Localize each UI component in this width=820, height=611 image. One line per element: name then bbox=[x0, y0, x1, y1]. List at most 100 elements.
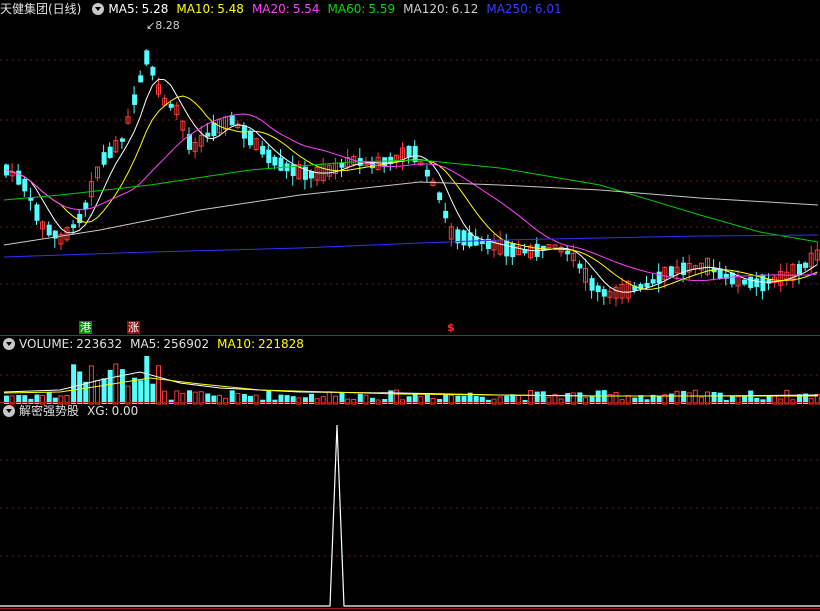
candle-body-down bbox=[278, 157, 284, 171]
candle-body-down bbox=[650, 279, 656, 284]
main-pane-header: 天健集团(日线) MA5: 5.28 MA10: 5.48 MA20: 5.54 MA… bbox=[0, 0, 570, 18]
candle-body-down bbox=[248, 130, 253, 146]
candle-body-down bbox=[589, 278, 595, 291]
volume-bar-down bbox=[83, 381, 89, 404]
ma20-label: MA20: bbox=[251, 2, 290, 16]
volume-bar-up bbox=[583, 397, 588, 405]
candle-body-down bbox=[71, 224, 77, 228]
candle-body-down bbox=[107, 146, 113, 158]
vol-ma10-label: MA10: bbox=[217, 337, 256, 351]
volume-bar-up bbox=[88, 365, 94, 405]
ma250-label: MA250: bbox=[486, 2, 532, 16]
volume-bar-down bbox=[754, 397, 760, 404]
ma5-label: MA5: bbox=[108, 2, 139, 16]
candle-body-down bbox=[266, 149, 272, 163]
ma60-value: 5.59 bbox=[368, 2, 396, 16]
candle-body-down bbox=[46, 224, 52, 236]
candle-body-down bbox=[382, 157, 388, 167]
volume-value: 223632 bbox=[76, 337, 123, 351]
xg-line bbox=[0, 424, 820, 607]
candle-body-down bbox=[205, 132, 211, 137]
volume-label: VOLUME: bbox=[19, 337, 74, 351]
indicator-xg-line bbox=[0, 424, 820, 607]
peak-price-label: ↙8.28 bbox=[146, 19, 180, 32]
candle-body-down bbox=[748, 276, 754, 289]
ma60-label: MA60: bbox=[327, 2, 366, 16]
ma120-value: 6.12 bbox=[451, 2, 479, 16]
candle-body-down bbox=[803, 262, 809, 268]
volume-bars bbox=[4, 356, 820, 405]
candle-body-down bbox=[565, 250, 571, 255]
volume-bar-down bbox=[144, 356, 150, 404]
volume-bar-down bbox=[107, 369, 113, 404]
chart-canvas bbox=[0, 49, 820, 607]
candle-body-down bbox=[644, 282, 650, 288]
signal-dollar: $ bbox=[447, 321, 455, 334]
ma250-line bbox=[3, 234, 819, 258]
candle-body-down bbox=[168, 103, 174, 108]
ma120-label: MA120: bbox=[403, 2, 449, 16]
volume-bar-down bbox=[119, 369, 125, 404]
candle-body-down bbox=[144, 50, 150, 65]
volume-bar-down bbox=[138, 380, 144, 404]
volume-bar-up bbox=[95, 380, 100, 405]
candlestick-series bbox=[4, 49, 820, 307]
volume-pane-header: VOLUME: 223632 MA5: 256902 MA10: 221828 bbox=[0, 335, 312, 353]
candle-body-down bbox=[668, 266, 674, 277]
volume-bar-down bbox=[71, 364, 77, 404]
ma20-value: 5.54 bbox=[292, 2, 320, 16]
candle-body-down bbox=[601, 289, 607, 297]
volume-bar-down bbox=[101, 378, 107, 404]
candle-body-down bbox=[437, 192, 443, 201]
peak-price-value: 8.28 bbox=[155, 19, 180, 32]
pane-bottom-border bbox=[0, 608, 820, 609]
candle-body-down bbox=[150, 66, 156, 76]
candle-body-down bbox=[211, 122, 217, 137]
collapse-indicator-icon[interactable] bbox=[3, 405, 15, 417]
candle-body-down bbox=[260, 145, 266, 155]
grid-lines bbox=[0, 59, 820, 557]
candle-body-down bbox=[461, 230, 467, 246]
collapse-volume-icon[interactable] bbox=[3, 338, 15, 350]
signal-zhang: 涨 bbox=[127, 321, 140, 334]
candle-body-down bbox=[119, 138, 125, 142]
ma60-line bbox=[3, 159, 819, 243]
candle-body-down bbox=[339, 162, 345, 168]
candle-body-down bbox=[595, 285, 601, 293]
candle-body-down bbox=[754, 278, 760, 288]
volume-bar-down bbox=[632, 397, 638, 404]
collapse-main-icon[interactable] bbox=[92, 3, 105, 15]
volume-bar-down bbox=[150, 383, 156, 404]
candle-body-down bbox=[510, 242, 516, 258]
ma10-line bbox=[5, 95, 818, 290]
ma10-value: 5.48 bbox=[217, 2, 244, 16]
ma5-value: 5.28 bbox=[141, 2, 169, 16]
xg-label: XG: bbox=[87, 404, 109, 418]
candle-body-down bbox=[406, 145, 412, 158]
candle-body-down bbox=[229, 114, 235, 126]
stock-title: 天健集团(日线) bbox=[0, 2, 82, 16]
candle-body-down bbox=[16, 170, 22, 185]
signal-gang: 港 bbox=[79, 321, 92, 334]
candle-body-down bbox=[504, 240, 510, 257]
vol-ma10-value: 221828 bbox=[258, 337, 304, 351]
vol-ma5-value: 256902 bbox=[163, 337, 210, 351]
volume-bar-up bbox=[296, 397, 302, 405]
candle-body-down bbox=[797, 263, 802, 276]
volume-bar-down bbox=[132, 377, 138, 404]
candle-body-down bbox=[656, 271, 662, 284]
candle-body-down bbox=[101, 152, 107, 165]
candle-body-down bbox=[577, 263, 583, 269]
candle-body-down bbox=[34, 204, 40, 221]
vol-ma5-label: MA5: bbox=[130, 337, 161, 351]
indicator-pane-header: 解密强势股 XG: 0.00 bbox=[0, 402, 146, 420]
moving-average-lines bbox=[3, 78, 819, 293]
xg-value: 0.00 bbox=[111, 404, 139, 418]
volume-bar-down bbox=[370, 397, 375, 404]
candle-body-down bbox=[443, 210, 449, 219]
volume-bar-down bbox=[77, 371, 83, 404]
candle-body-down bbox=[138, 75, 144, 83]
candle-body-down bbox=[22, 178, 28, 192]
candle-body-down bbox=[479, 240, 485, 244]
ma250-value: 6.01 bbox=[534, 2, 562, 16]
